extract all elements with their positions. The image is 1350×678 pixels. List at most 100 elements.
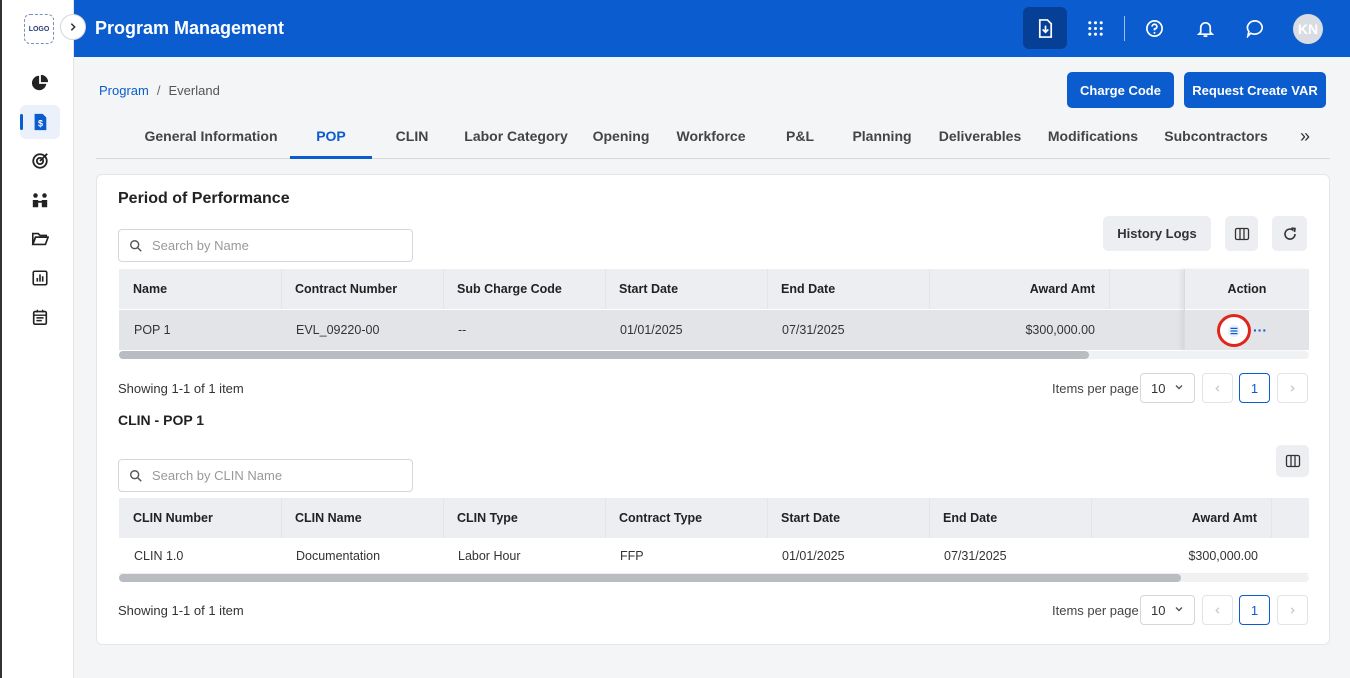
clin-scrollbar-thumb[interactable]	[119, 574, 1181, 582]
pie-chart-icon	[31, 74, 49, 91]
tab-planning[interactable]: Planning	[846, 114, 918, 158]
tab-labor-category[interactable]: Labor Category	[456, 114, 576, 158]
clin-search-input[interactable]	[152, 468, 392, 483]
pop-page-1-button[interactable]: 1	[1239, 373, 1270, 403]
chevron-down-icon	[1175, 385, 1183, 390]
clin-columns-button[interactable]	[1276, 445, 1309, 477]
col-header-action: Action	[1185, 269, 1309, 309]
request-create-var-button[interactable]: Request Create VAR	[1184, 72, 1326, 108]
table-row[interactable]: POP 1 EVL_09220-00 -- 01/01/2025 07/31/2…	[119, 310, 1309, 350]
tab-general-information[interactable]: General Information	[136, 114, 286, 158]
left-sidebar: LOGO $	[0, 0, 74, 678]
pop-search-input[interactable]	[152, 238, 392, 253]
tabs-scroll-right-button[interactable]: »	[1300, 126, 1310, 147]
svg-text:$: $	[38, 119, 43, 129]
cell-sub-charge-code: --	[458, 323, 467, 337]
row-more-button[interactable]: ···	[1253, 322, 1267, 338]
column-divider	[1271, 498, 1272, 538]
chevron-left-icon	[1215, 384, 1220, 392]
chevron-right-icon	[1290, 384, 1295, 392]
pop-columns-button[interactable]	[1225, 216, 1258, 251]
header-divider	[1124, 16, 1125, 41]
apps-button[interactable]	[1073, 7, 1117, 49]
column-divider	[767, 498, 768, 538]
clin-prev-page-button[interactable]	[1202, 595, 1233, 625]
cell-name: POP 1	[134, 323, 171, 337]
refresh-button[interactable]	[1272, 216, 1307, 251]
chat-icon	[1246, 19, 1263, 38]
col-header-start-date[interactable]: Start Date	[619, 269, 678, 309]
clin-items-per-page-value: 10	[1151, 602, 1166, 618]
people-icon	[32, 193, 48, 208]
table-row[interactable]: CLIN 1.0 Documentation Labor Hour FFP 01…	[119, 538, 1309, 574]
pop-search-field[interactable]	[118, 229, 413, 262]
col-header-award-amt[interactable]: Award Amt	[939, 269, 1095, 309]
help-button[interactable]	[1132, 7, 1176, 49]
pop-scrollbar-thumb[interactable]	[119, 351, 1089, 359]
history-logs-button[interactable]: History Logs	[1103, 216, 1211, 251]
col-header-start-date[interactable]: Start Date	[781, 498, 840, 538]
cell-award-amt: $300,000.00	[1188, 549, 1258, 563]
pop-horizontal-scrollbar[interactable]	[119, 351, 1309, 359]
sidebar-item-calendar[interactable]	[20, 300, 60, 334]
tab-deliverables[interactable]: Deliverables	[932, 114, 1028, 158]
sidebar-expand-button[interactable]	[60, 14, 86, 40]
column-divider	[929, 269, 930, 309]
tab-subcontractors[interactable]: Subcontractors	[1160, 114, 1272, 158]
clin-horizontal-scrollbar[interactable]	[119, 574, 1309, 582]
action-column: Action ···	[1184, 269, 1309, 350]
report-icon	[32, 270, 48, 286]
column-divider	[1091, 498, 1092, 538]
chat-button[interactable]	[1233, 7, 1277, 49]
breadcrumb-current: Everland	[168, 83, 220, 98]
top-header: Program Management KN	[74, 0, 1350, 57]
clin-items-per-page-select[interactable]: 10	[1140, 595, 1195, 625]
col-header-end-date[interactable]: End Date	[943, 498, 997, 538]
clin-next-page-button[interactable]	[1277, 595, 1308, 625]
clin-table: CLIN Number CLIN Name CLIN Type Contract…	[119, 498, 1309, 582]
col-header-name[interactable]: Name	[133, 269, 167, 309]
col-header-sub-charge-code[interactable]: Sub Charge Code	[457, 269, 562, 309]
sidebar-item-reports[interactable]	[20, 261, 60, 295]
breadcrumb-program-link[interactable]: Program	[99, 83, 149, 98]
chevron-down-icon	[1175, 607, 1183, 612]
pop-prev-page-button[interactable]	[1202, 373, 1233, 403]
clin-page-1-button[interactable]: 1	[1239, 595, 1270, 625]
sidebar-item-dashboard[interactable]	[20, 66, 60, 100]
notifications-button[interactable]	[1183, 7, 1227, 49]
calendar-icon	[32, 309, 48, 326]
chevron-left-icon	[1215, 606, 1220, 614]
clin-table-header: CLIN Number CLIN Name CLIN Type Contract…	[119, 498, 1309, 538]
sidebar-item-files[interactable]	[20, 222, 60, 256]
cell-start-date: 01/01/2025	[620, 323, 683, 337]
content-card: Period of Performance History Logs Name …	[96, 174, 1330, 645]
clin-items-per-page-label: Items per page	[1052, 603, 1139, 618]
col-header-contract-number[interactable]: Contract Number	[295, 269, 397, 309]
pop-next-page-button[interactable]	[1277, 373, 1308, 403]
col-header-contract-type[interactable]: Contract Type	[619, 498, 702, 538]
cell-award-amt: $300,000.00	[1025, 323, 1095, 337]
col-header-clin-name[interactable]: CLIN Name	[295, 498, 362, 538]
col-header-clin-type[interactable]: CLIN Type	[457, 498, 518, 538]
sidebar-item-people[interactable]	[20, 183, 60, 217]
tab-workforce[interactable]: Workforce	[670, 114, 752, 158]
tab-modifications[interactable]: Modifications	[1042, 114, 1144, 158]
columns-icon	[1234, 227, 1249, 240]
download-button[interactable]	[1023, 7, 1067, 49]
col-header-clin-number[interactable]: CLIN Number	[133, 498, 213, 538]
pop-items-per-page-select[interactable]: 10	[1140, 373, 1195, 403]
tab-clin[interactable]: CLIN	[382, 114, 442, 158]
avatar[interactable]: KN	[1293, 14, 1323, 44]
tab-opening[interactable]: Opening	[586, 114, 656, 158]
sidebar-item-programs[interactable]: $	[20, 105, 60, 139]
view-details-button[interactable]	[1217, 314, 1251, 347]
column-divider	[605, 269, 606, 309]
col-header-end-date[interactable]: End Date	[781, 269, 835, 309]
clin-section-title: CLIN - POP 1	[118, 412, 205, 428]
sidebar-item-goals[interactable]	[20, 144, 60, 178]
tab-pop[interactable]: POP	[290, 114, 372, 159]
clin-search-field[interactable]	[118, 459, 413, 492]
col-header-award-amt[interactable]: Award Amt	[1109, 498, 1257, 538]
charge-code-button[interactable]: Charge Code	[1067, 72, 1174, 108]
tab-pl[interactable]: P&L	[770, 114, 830, 158]
